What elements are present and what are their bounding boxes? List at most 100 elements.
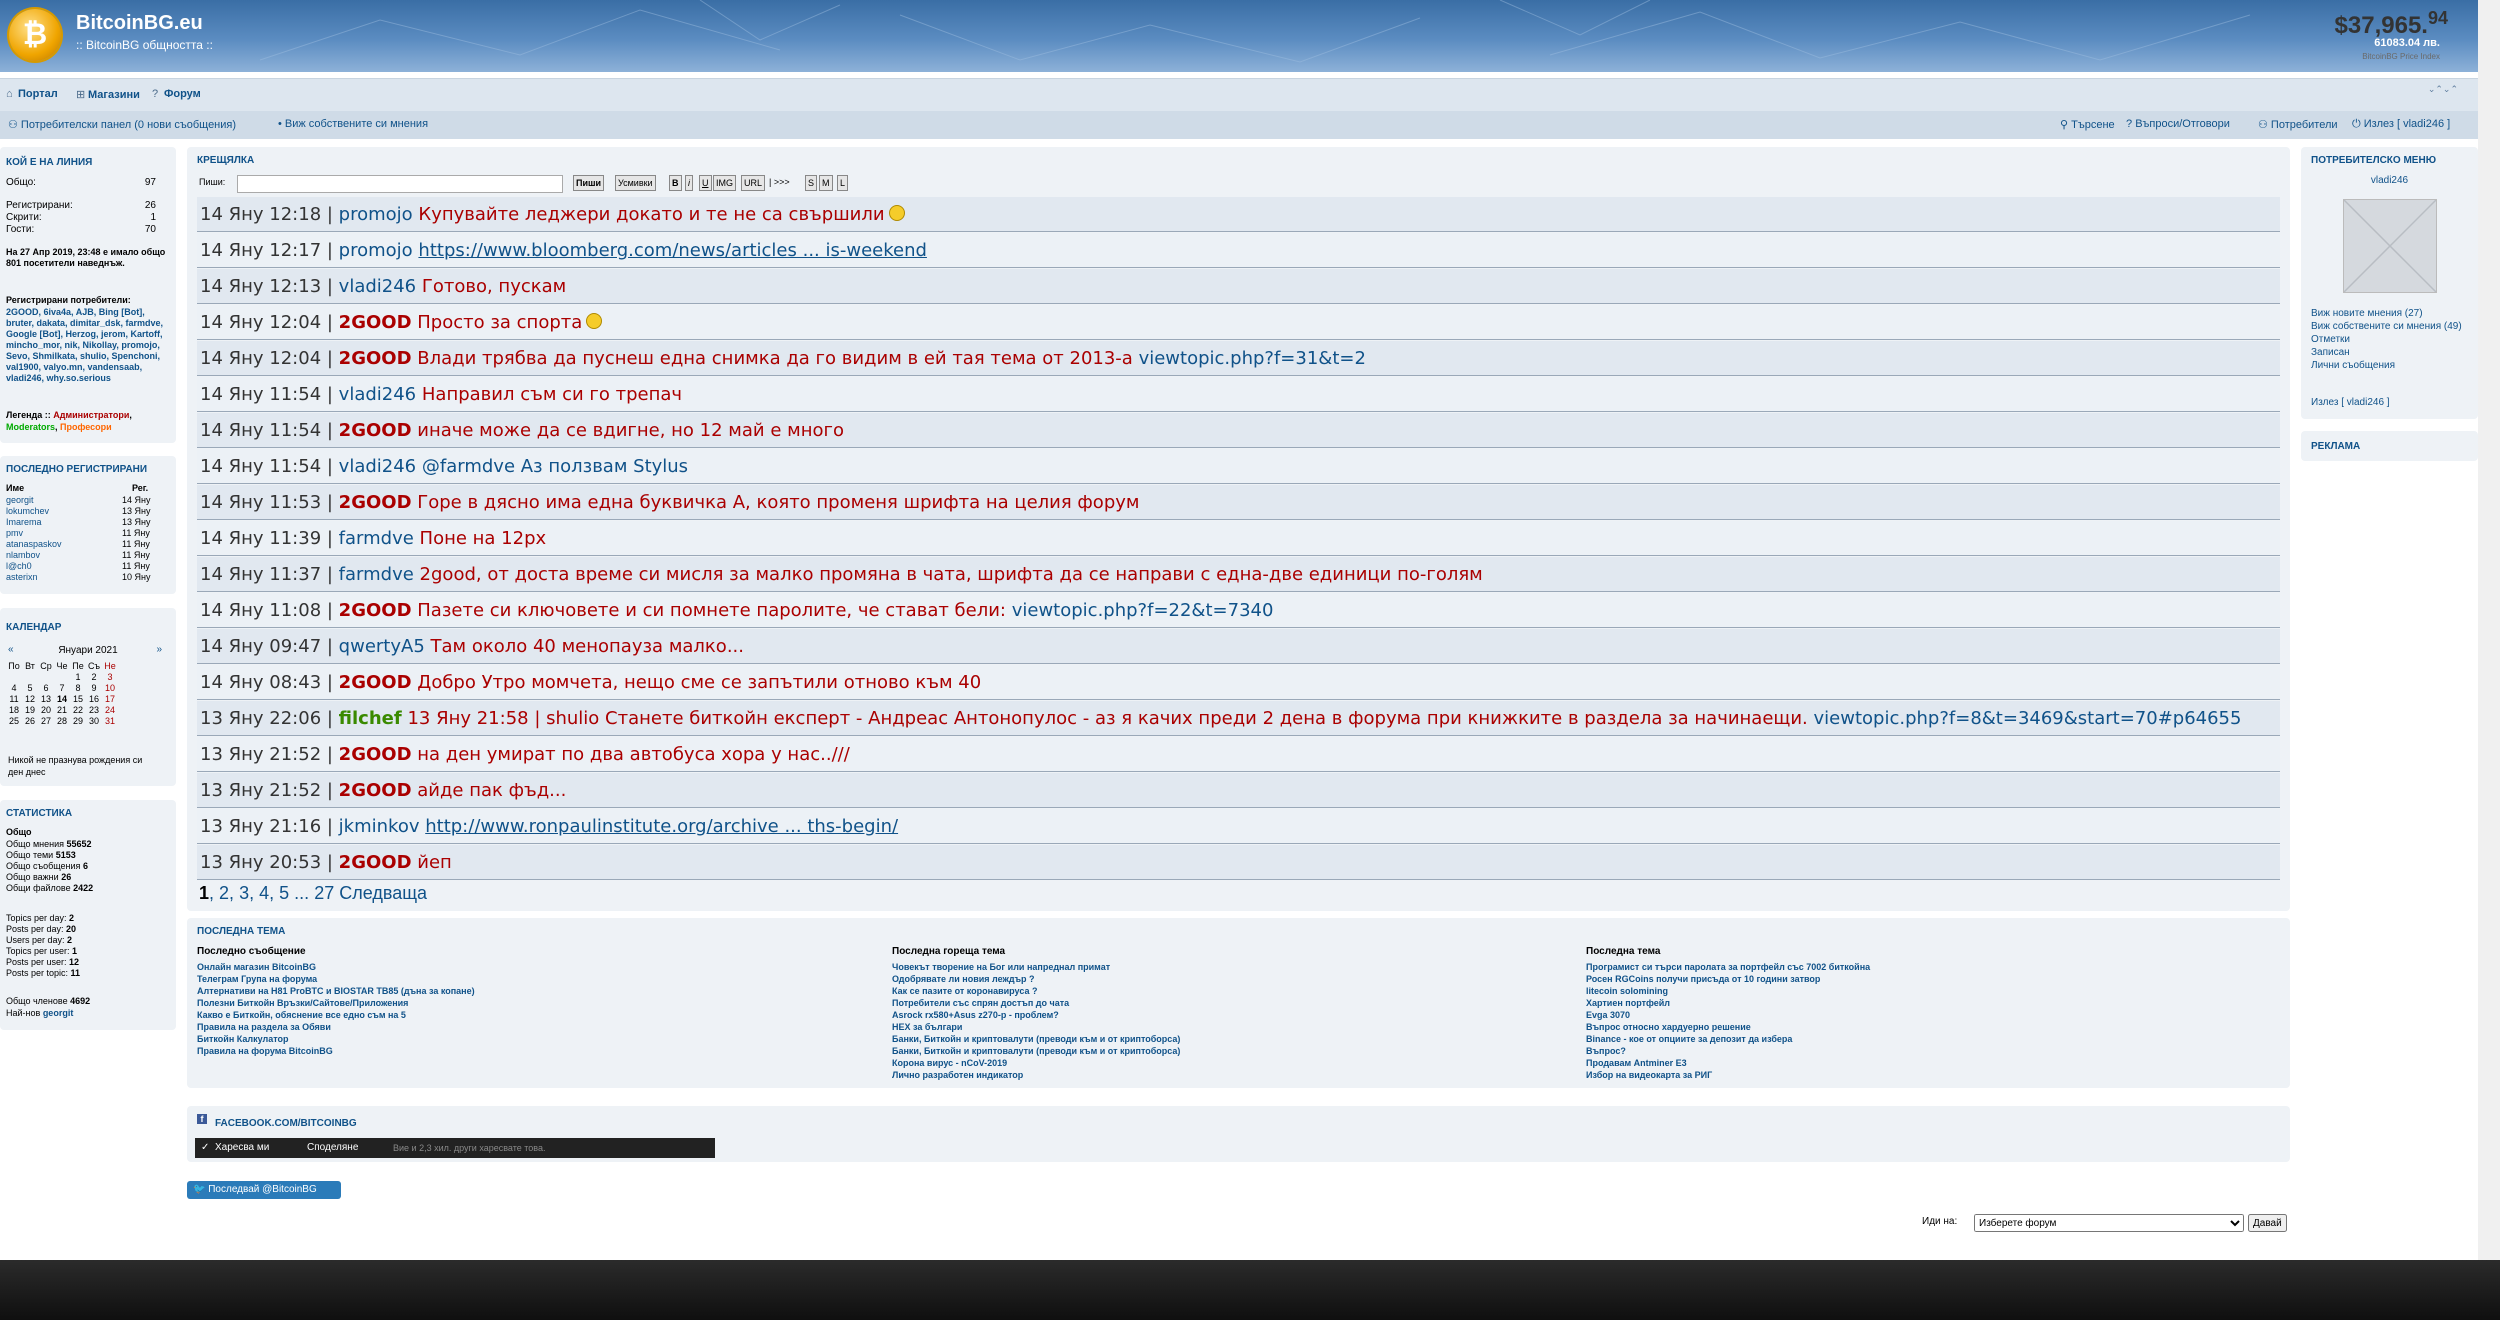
shout-username[interactable]: promojo	[339, 204, 413, 225]
topic-link[interactable]: Лично разработен индикатор	[892, 1069, 1542, 1081]
size-medium-button[interactable]: M	[819, 175, 833, 191]
calendar-day[interactable]: 28	[54, 715, 70, 726]
calendar-day[interactable]: 8	[70, 682, 86, 693]
size-small-button[interactable]: S	[805, 175, 818, 191]
registered-user-name[interactable]: asterixn	[6, 572, 38, 582]
shout-username[interactable]: filchef	[339, 708, 402, 729]
topic-link[interactable]: Какво е Биткойн, обяснение все едно съм …	[197, 1009, 847, 1021]
topic-link[interactable]: Алтернативи на H81 ProBTC и BIOSTAR TB85…	[197, 985, 847, 997]
own-posts-link[interactable]: • Виж собствените си мнения	[278, 118, 428, 130]
calendar-day[interactable]: 1	[70, 671, 86, 682]
shout-username[interactable]: 2GOOD	[339, 672, 412, 693]
calendar-day[interactable]: 7	[54, 682, 70, 693]
user-menu-link[interactable]: Виж новите мнения (27)	[2311, 307, 2471, 320]
topic-link[interactable]: Продавам Antminer E3	[1586, 1057, 2236, 1069]
user-panel-link[interactable]: ⚇ Потребителски панел (0 нови съобщения)	[8, 118, 236, 131]
topic-link[interactable]: HEX за българи	[892, 1021, 1542, 1033]
legend-professors[interactable]: Професори	[60, 422, 112, 432]
page-next[interactable]: Следваща	[339, 883, 427, 903]
site-title[interactable]: BitcoinBG.eu	[76, 12, 203, 35]
calendar-day[interactable]: 15	[70, 693, 86, 704]
topic-link[interactable]: Въпрос?	[1586, 1045, 2236, 1057]
topic-link[interactable]: Правила на форума BitcoinBG	[197, 1045, 847, 1057]
search-link[interactable]: ⚲ Търсене	[2060, 118, 2115, 131]
shout-username[interactable]: vladi246	[339, 276, 416, 297]
calendar-day[interactable]: 24	[102, 704, 118, 715]
users-link[interactable]: ⚇ Потребители	[2258, 118, 2338, 131]
user-menu-username[interactable]: vladi246	[2301, 175, 2478, 186]
shout-username[interactable]: 2GOOD	[339, 780, 412, 801]
calendar-day[interactable]: 23	[86, 704, 102, 715]
topic-link[interactable]: Онлайн магазин BitcoinBG	[197, 961, 847, 973]
calendar-day[interactable]: 12	[22, 693, 38, 704]
shout-username[interactable]: 2GOOD	[339, 852, 412, 873]
format-underline-button[interactable]: U	[699, 175, 712, 191]
calendar-day[interactable]: 31	[102, 715, 118, 726]
user-menu-link[interactable]: Виж собствените си мнения (49)	[2311, 320, 2471, 333]
topic-link[interactable]: Въпрос относно хардуерно решение	[1586, 1021, 2236, 1033]
calendar-day[interactable]: 29	[70, 715, 86, 726]
format-img-button[interactable]: IMG	[713, 175, 736, 191]
shout-username[interactable]: 2GOOD	[339, 600, 412, 621]
topic-link[interactable]: litecoin solomining	[1586, 985, 2236, 997]
shout-username[interactable]: vladi246	[339, 456, 416, 477]
topic-link[interactable]: Хартиен портфейл	[1586, 997, 2236, 1009]
shout-username[interactable]: jkminkov	[339, 816, 420, 837]
format-italic-button[interactable]: i	[685, 175, 693, 191]
topic-link[interactable]: Човекът творение на Бог или напреднал пр…	[892, 961, 1542, 973]
nav-shops[interactable]: ⊞ Магазини	[76, 88, 140, 101]
calendar-day[interactable]: 19	[22, 704, 38, 715]
calendar-day[interactable]: 25	[6, 715, 22, 726]
registered-user-name[interactable]: l@ch0	[6, 561, 32, 571]
shout-text[interactable]: https://www.bloomberg.com/news/articles …	[418, 240, 927, 261]
page-link[interactable]: 4	[259, 883, 269, 903]
twitter-follow-button[interactable]: 🐦 Последвай @BitcoinBG	[187, 1181, 341, 1199]
topic-link[interactable]: Банки, Биткойн и криптовалути (преводи к…	[892, 1033, 1542, 1045]
shout-text[interactable]: http://www.ronpaulinstitute.org/archive …	[425, 816, 898, 837]
topic-link[interactable]: Binance - кое от опциите за депозит да и…	[1586, 1033, 2236, 1045]
shout-username[interactable]: vladi246	[339, 384, 416, 405]
user-menu-link[interactable]: Лични съобщения	[2311, 359, 2471, 372]
user-menu-link[interactable]: Записан	[2311, 346, 2471, 359]
topic-link[interactable]: Как се пазите от коронавируса ?	[892, 985, 1542, 997]
topic-link[interactable]: Росен RGCoins получи присъда от 10 годин…	[1586, 973, 2236, 985]
registered-user-name[interactable]: atanaspaskov	[6, 539, 62, 549]
nav-forum[interactable]: ? Форум	[152, 88, 201, 100]
page-link[interactable]: 5	[279, 883, 289, 903]
size-large-button[interactable]: L	[837, 175, 849, 191]
window-scrollbar[interactable]	[2478, 0, 2500, 1260]
shout-username[interactable]: farmdve	[339, 564, 414, 585]
facebook-title[interactable]: FACEBOOK.COM/BITCOINBG	[215, 1118, 357, 1129]
logout-link[interactable]: ⏻ Излез [ vladi246 ]	[2352, 118, 2450, 131]
topic-link[interactable]: Програмист си търси паролата за портфейл…	[1586, 961, 2236, 973]
calendar-day[interactable]: 17	[102, 693, 118, 704]
shoutbox-send-button[interactable]: Пиши	[573, 175, 605, 191]
topic-link[interactable]: Потребители със спрян достъп до чата	[892, 997, 1542, 1009]
topic-link[interactable]: Корона вирус - nCoV-2019	[892, 1057, 1542, 1069]
calendar-day[interactable]: 6	[38, 682, 54, 693]
registered-user-name[interactable]: lokumchev	[6, 506, 49, 516]
calendar-day[interactable]: 18	[6, 704, 22, 715]
shout-username[interactable]: qwertyA5	[339, 636, 425, 657]
calendar-day[interactable]: 16	[86, 693, 102, 704]
shoutbox-smilies-button[interactable]: Усмивки	[615, 175, 656, 191]
user-menu-link[interactable]: Отметки	[2311, 333, 2471, 346]
shout-link[interactable]: viewtopic.php?f=31&t=2	[1139, 348, 1366, 369]
topic-link[interactable]: Избор на видеокарта за РИГ	[1586, 1069, 2236, 1081]
shout-username[interactable]: 2GOOD	[339, 744, 412, 765]
shout-username[interactable]: 2GOOD	[339, 348, 412, 369]
calendar-next-icon[interactable]: »	[156, 644, 162, 655]
bitcoin-logo-icon[interactable]: ₿	[9, 9, 61, 61]
user-menu-logout[interactable]: Излез [ vladi246 ]	[2311, 397, 2390, 408]
format-bold-button[interactable]: B	[669, 175, 682, 191]
topic-link[interactable]: Банки, Биткойн и криптовалути (преводи к…	[892, 1045, 1542, 1057]
shout-username[interactable]: farmdve	[339, 528, 414, 549]
shout-username[interactable]: 2GOOD	[339, 312, 412, 333]
calendar-day[interactable]: 22	[70, 704, 86, 715]
jump-go-button[interactable]: Давай	[2248, 1214, 2287, 1232]
shout-link[interactable]: viewtopic.php?f=8&t=3469&start=70#p64655	[1814, 708, 2242, 729]
facebook-like-button[interactable]: Харесва ми	[215, 1138, 269, 1158]
topic-link[interactable]: Телеграм Група на форума	[197, 973, 847, 985]
calendar-day[interactable]: 13	[38, 693, 54, 704]
page-link[interactable]: 2	[219, 883, 229, 903]
